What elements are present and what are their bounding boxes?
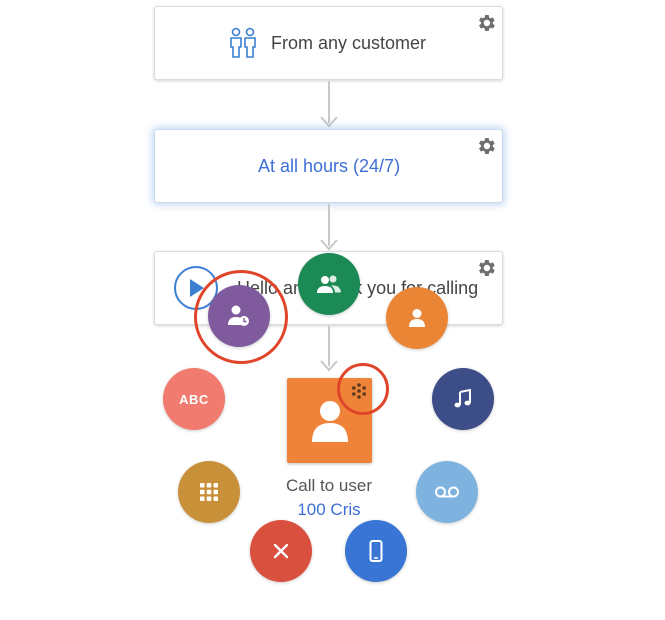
customers-icon (227, 27, 259, 64)
abc-icon: ABC (179, 391, 209, 407)
transfer-user-action[interactable] (208, 285, 270, 347)
user-icon (311, 400, 348, 442)
customer-source-label: From any customer (271, 33, 427, 53)
schedule-card[interactable]: At all hours (24/7) (154, 129, 503, 203)
call-to-user-target[interactable]: 100 Cris (229, 500, 429, 520)
user-action[interactable] (386, 287, 448, 349)
greeting-settings-gear-icon[interactable] (475, 257, 497, 279)
call-to-user-title: Call to user (286, 476, 372, 495)
group-action[interactable] (298, 253, 360, 315)
user-clock-icon (228, 305, 249, 326)
customer-settings-gear-icon[interactable] (475, 12, 497, 34)
node-menu-toggle[interactable] (346, 378, 372, 404)
group-icon (317, 275, 341, 293)
user-icon (409, 309, 425, 327)
mobile-icon (369, 540, 383, 562)
music-note-icon (454, 389, 471, 408)
customer-source-card[interactable]: From any customer (154, 6, 503, 80)
music-action[interactable] (432, 368, 494, 430)
schedule-settings-gear-icon[interactable] (475, 135, 497, 157)
mobile-action[interactable] (345, 520, 407, 582)
dots-menu-icon (352, 383, 366, 399)
close-icon (273, 543, 289, 559)
voicemail-icon (435, 486, 459, 498)
text-to-speech-action[interactable]: ABC (163, 368, 225, 430)
hangup-action[interactable] (250, 520, 312, 582)
connector-arrow-icon (320, 116, 338, 128)
schedule-label: At all hours (24/7) (258, 156, 401, 176)
keypad-icon (200, 483, 218, 501)
connector-arrow-icon (320, 360, 338, 372)
connector-arrow-icon (320, 239, 338, 251)
